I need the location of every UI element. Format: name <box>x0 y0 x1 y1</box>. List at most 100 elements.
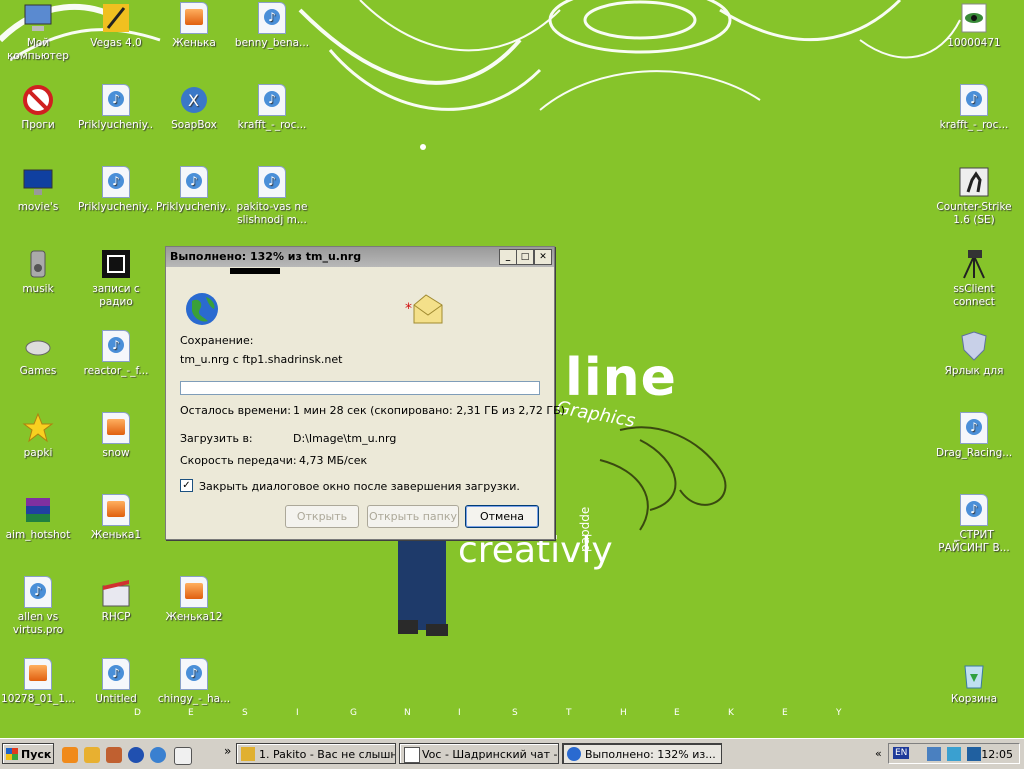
desktop-icon[interactable]: Games <box>0 330 76 378</box>
desktop-icon[interactable]: Counter-Strike 1.6 (SE) <box>936 166 1012 227</box>
soapbox-icon: X <box>178 84 210 116</box>
desktop-icon[interactable]: ♪ Priklyucheniy... <box>156 166 232 214</box>
desktop-icon[interactable]: ♪ krafft_-_roc... <box>936 84 1012 132</box>
desktop-icon[interactable]: ♪ _СТРИТ РАЙСИНГ В... <box>936 494 1012 555</box>
task-label: Voc - Шадринский чат -... <box>422 748 559 761</box>
desktop-icon[interactable]: Проги <box>0 84 76 132</box>
globe-icon <box>186 293 218 325</box>
desktop-icon[interactable]: snow <box>78 412 154 460</box>
desktop-icon-label: Vegas 4.0 <box>90 37 142 49</box>
network-icon[interactable] <box>927 747 941 761</box>
svg-text:*: * <box>405 301 412 317</box>
tagline-letter: N <box>404 708 411 718</box>
cancel-button[interactable]: Отмена <box>465 505 539 528</box>
desktop-icon[interactable]: 10278_01_1... <box>0 658 76 706</box>
desktop-icon[interactable]: RHCP <box>78 576 154 624</box>
quicklaunch-chevron[interactable]: » <box>224 744 231 758</box>
time-left-label: Осталось времени: <box>180 404 291 417</box>
start-button[interactable]: Пуск <box>2 743 54 764</box>
media-file-icon: ♪ <box>958 494 990 526</box>
language-indicator[interactable]: EN <box>893 747 910 759</box>
tagline-letter: T <box>566 708 572 718</box>
download-icon <box>567 747 581 761</box>
download-to-label: Загрузить в: <box>180 432 253 445</box>
desktop-icon[interactable]: papki <box>0 412 76 460</box>
quicklaunch-tool-icon[interactable] <box>84 747 100 763</box>
dialog-titlebar[interactable]: Выполнено: 132% из tm_u.nrg _ □ ✕ <box>166 247 554 267</box>
quicklaunch-ie-icon[interactable] <box>150 747 166 763</box>
media-file-icon: ♪ <box>100 84 132 116</box>
desktop-icon-label: Женька12 <box>165 611 223 623</box>
desktop-icon-label: snow <box>102 447 130 459</box>
saving-value: tm_u.nrg с ftp1.shadrinsk.net <box>180 353 343 366</box>
desktop-icon[interactable]: ♪ reactor_-_f... <box>78 330 154 378</box>
tray-chevron[interactable]: « <box>875 747 882 760</box>
tagline-letter: E <box>782 708 788 718</box>
quicklaunch-desktop-icon[interactable] <box>174 747 192 765</box>
desktop-icon[interactable]: ♪ Priklyucheniy... <box>78 84 154 132</box>
desktop-icon[interactable]: Женька12 <box>156 576 232 624</box>
desktop-icon[interactable]: ♪ benny_bena... <box>234 2 310 50</box>
quicklaunch-media-icon[interactable] <box>106 747 122 763</box>
tagline-letter: E <box>188 708 194 718</box>
task-winamp[interactable]: 1. Pakito - Вас не слышн... <box>236 743 396 764</box>
desktop-icon-label: movie's <box>17 201 59 213</box>
media-file-icon: ♪ <box>178 166 210 198</box>
desktop-icon[interactable]: Vegas 4.0 <box>78 2 154 50</box>
desktop-icon[interactable]: ♪ Priklyucheniy... <box>78 166 154 214</box>
desktop-icon[interactable]: Ярлык для <box>936 330 1012 378</box>
task-label: 1. Pakito - Вас не слышн... <box>259 748 396 761</box>
desktop-icon-label: papki <box>23 447 53 459</box>
close-button[interactable]: ✕ <box>534 249 552 265</box>
desktop-icon-label: chingy_-_ha... <box>157 693 231 705</box>
task-download[interactable]: Выполнено: 132% из... <box>562 743 722 764</box>
desktop-icon[interactable]: Женька1 <box>78 494 154 542</box>
desktop-icon[interactable]: ♪ chingy_-_ha... <box>156 658 232 706</box>
quicklaunch-player-icon[interactable] <box>128 747 144 763</box>
quicklaunch-firefox-icon[interactable] <box>62 747 78 763</box>
desktop-icon[interactable]: ♪ Drag_Racing... <box>936 412 1012 460</box>
close-after-download-label[interactable]: Закрыть диалоговое окно после завершения… <box>199 480 520 493</box>
desktop-icon-label: reactor_-_f... <box>83 365 149 377</box>
redaction-bar <box>230 268 280 274</box>
audio-file-icon <box>100 412 132 444</box>
desktop-icon-label: _СТРИТ РАЙСИНГ В... <box>938 529 1010 554</box>
desktop-icon-label: Проги <box>21 119 55 131</box>
desktop-icon[interactable]: ♪ pakito-vas ne slishnodj m... <box>234 166 310 227</box>
desktop-icon-label: aim_hotshot <box>5 529 71 541</box>
desktop-icon[interactable]: ssClient connect <box>936 248 1012 309</box>
desktop-icon[interactable]: movie's <box>0 166 76 214</box>
antivirus-icon[interactable] <box>967 747 981 761</box>
desktop-icon[interactable]: ♪ allen vs virtus.pro <box>0 576 76 637</box>
desktop-icon[interactable]: Корзина <box>936 658 1012 706</box>
desktop-icon[interactable]: записи с радио <box>78 248 154 309</box>
desktop-icon[interactable]: aim_hotshot <box>0 494 76 542</box>
task-label: Выполнено: 132% из... <box>585 748 716 761</box>
tagline-letter: S <box>242 708 248 718</box>
download-progress-bar <box>180 381 540 395</box>
desktop-icon[interactable]: Мой компьютер <box>0 2 76 63</box>
maximize-button[interactable]: □ <box>516 249 534 265</box>
media-file-icon: ♪ <box>256 84 288 116</box>
desktop-icon[interactable]: ♪ krafft_-_roc... <box>234 84 310 132</box>
mouse-icon <box>22 330 54 362</box>
browser-window-icon <box>404 747 420 763</box>
desktop-icon-label: SoapBox <box>171 119 217 131</box>
messenger-icon[interactable] <box>947 747 961 761</box>
download-to-value: D:\Image\tm_u.nrg <box>293 432 397 445</box>
desktop-icon[interactable]: 10000471 <box>936 2 1012 50</box>
desktop-icon[interactable]: ♪ Untitled <box>78 658 154 706</box>
desktop-icon-label: Priklyucheniy... <box>78 119 154 131</box>
task-chat[interactable]: Voc - Шадринский чат -... <box>399 743 559 764</box>
monitor-icon <box>22 166 54 198</box>
audio-file-icon <box>100 494 132 526</box>
open-button[interactable]: Открыть <box>285 505 359 528</box>
tagline-letter: E <box>674 708 680 718</box>
open-folder-button[interactable]: Открыть папку <box>367 505 459 528</box>
desktop-icon[interactable]: Женька <box>156 2 232 50</box>
desktop-icon[interactable]: musik <box>0 248 76 296</box>
audio-file-icon <box>178 2 210 34</box>
minimize-button[interactable]: _ <box>499 249 517 265</box>
desktop-icon[interactable]: X SoapBox <box>156 84 232 132</box>
close-after-download-checkbox[interactable]: ✓ <box>180 479 193 492</box>
